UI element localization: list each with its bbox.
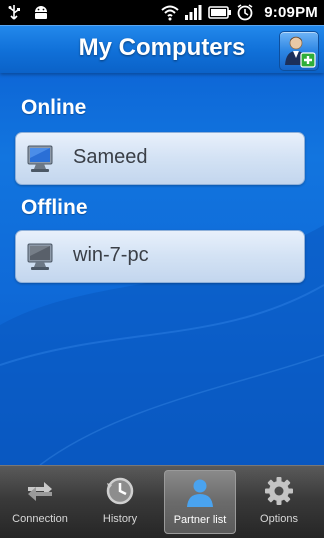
gear-icon [265, 477, 293, 505]
online-heading: Online [21, 96, 87, 119]
android-debug-icon [35, 6, 47, 19]
tab-label: Partner list [173, 514, 227, 526]
add-contact-icon [285, 36, 316, 68]
tab-label: Connection [12, 513, 68, 525]
computer-online-icon [27, 145, 53, 172]
tab-label: Options [260, 513, 298, 525]
page-title: My Computers [78, 34, 246, 61]
tab-connection[interactable]: Connection [5, 470, 75, 532]
computer-name: Sameed [73, 146, 148, 168]
computer-offline-icon [27, 243, 53, 270]
alarm-icon [237, 4, 253, 21]
wifi-icon [161, 5, 179, 21]
tab-label: History [102, 513, 138, 525]
partner-person-icon [187, 479, 213, 507]
computer-row-sameed[interactable]: Sameed [15, 132, 305, 185]
signal-icon [185, 5, 202, 20]
title-bar: My Computers [0, 25, 324, 73]
status-time: 9:09PM [264, 4, 318, 21]
usb-icon [8, 5, 20, 20]
computer-name: win-7-pc [73, 244, 149, 266]
bottom-tab-bar: Connection History Partner list Options [0, 465, 324, 538]
tab-history[interactable]: History [85, 470, 155, 532]
add-contact-button[interactable] [279, 31, 319, 71]
status-bar: 9:09PM [0, 0, 324, 25]
computer-row-win-7-pc[interactable]: win-7-pc [15, 230, 305, 283]
tab-options[interactable]: Options [244, 470, 314, 532]
connection-arrows-icon [28, 482, 52, 501]
history-clock-icon [106, 477, 134, 505]
tab-partner-list[interactable]: Partner list [164, 470, 236, 534]
battery-icon [208, 6, 231, 19]
offline-heading: Offline [21, 196, 88, 219]
